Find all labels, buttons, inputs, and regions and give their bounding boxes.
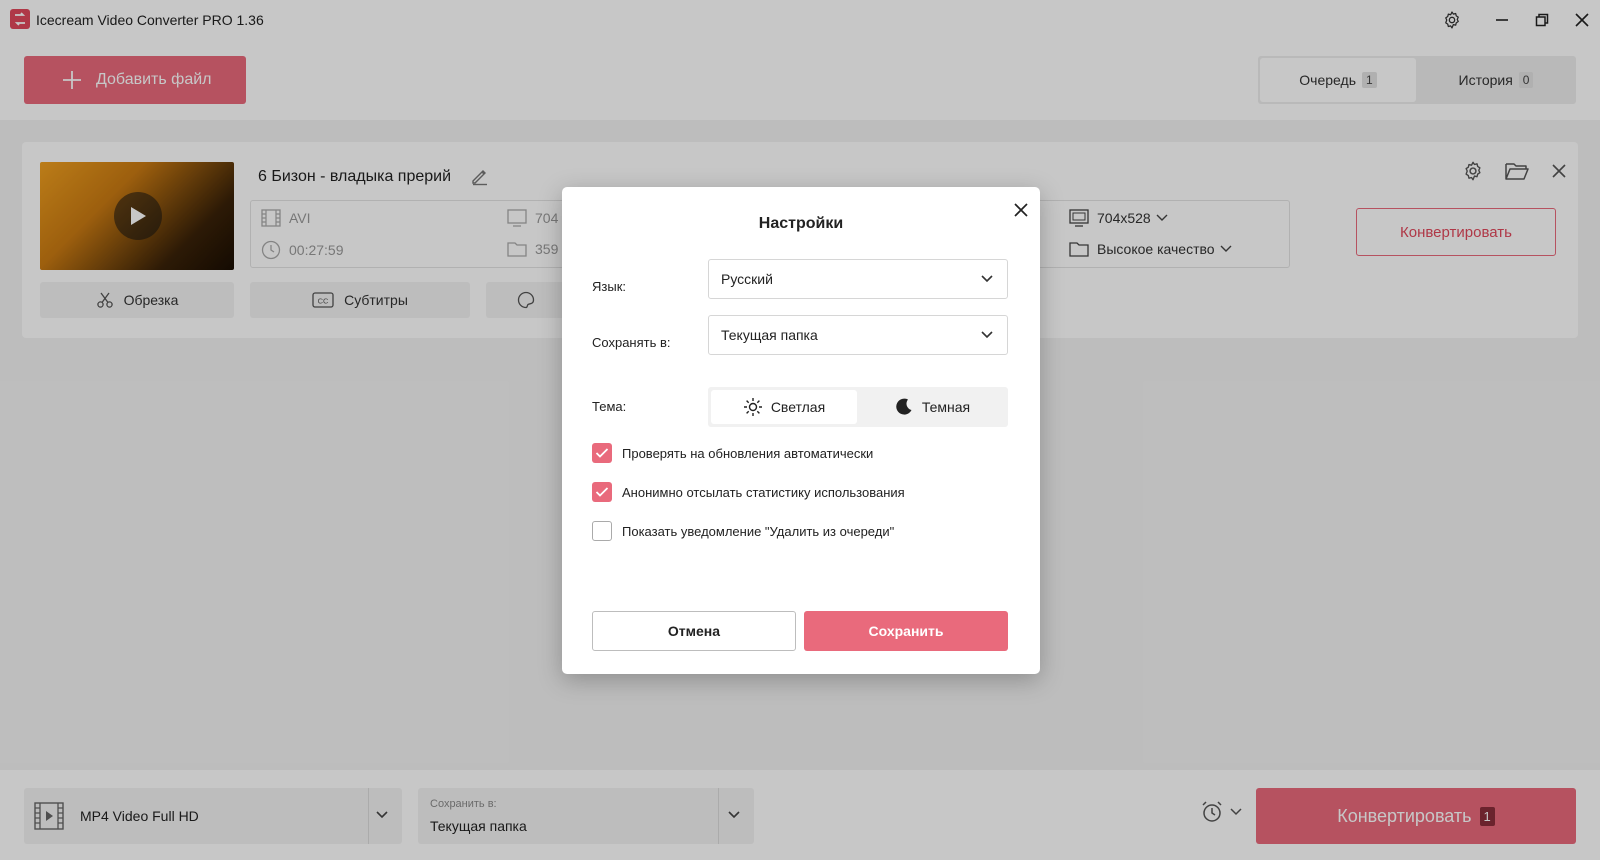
theme-light-label: Светлая bbox=[770, 399, 826, 415]
remove-notification-checkbox-row[interactable]: Показать уведомление "Удалить из очереди… bbox=[592, 521, 894, 541]
moon-icon bbox=[896, 398, 912, 415]
settings-dialog: Настройки Язык: Русский Сохранять в: Тек… bbox=[562, 187, 1040, 674]
auto-update-label: Проверять на обновления автоматически bbox=[622, 445, 874, 461]
theme-dark-option[interactable]: Темная bbox=[859, 390, 1005, 424]
save-button[interactable]: Сохранить bbox=[804, 611, 1008, 651]
language-label: Язык: bbox=[592, 279, 626, 294]
language-select[interactable]: Русский bbox=[708, 259, 1008, 299]
theme-light-option[interactable]: Светлая bbox=[711, 390, 857, 424]
anonymous-stats-label: Анонимно отсылать статистику использован… bbox=[622, 484, 905, 500]
theme-toggle: Светлая Темная bbox=[708, 387, 1008, 427]
chevron-down-icon bbox=[981, 275, 993, 283]
save-to-label: Сохранять в: bbox=[592, 335, 671, 350]
save-to-value: Текущая папка bbox=[721, 327, 818, 343]
auto-update-checkbox[interactable] bbox=[592, 443, 612, 463]
cancel-button[interactable]: Отмена bbox=[592, 611, 796, 651]
auto-update-checkbox-row[interactable]: Проверять на обновления автоматически bbox=[592, 443, 873, 463]
dialog-title: Настройки bbox=[758, 215, 844, 232]
sun-icon bbox=[743, 398, 762, 416]
anonymous-stats-checkbox-row[interactable]: Анонимно отсылать статистику использован… bbox=[592, 482, 905, 502]
anonymous-stats-checkbox[interactable] bbox=[592, 482, 612, 502]
language-value: Русский bbox=[721, 271, 773, 287]
remove-notification-checkbox[interactable] bbox=[592, 521, 612, 541]
chevron-down-icon bbox=[981, 331, 993, 339]
checkmark-icon bbox=[595, 448, 609, 458]
save-to-select[interactable]: Текущая папка bbox=[708, 315, 1008, 355]
remove-notification-label: Показать уведомление "Удалить из очереди… bbox=[622, 523, 895, 539]
theme-dark-label: Темная bbox=[921, 399, 971, 415]
checkmark-icon bbox=[595, 487, 609, 497]
theme-label: Тема: bbox=[592, 399, 627, 414]
dialog-close-icon[interactable] bbox=[1010, 199, 1032, 221]
